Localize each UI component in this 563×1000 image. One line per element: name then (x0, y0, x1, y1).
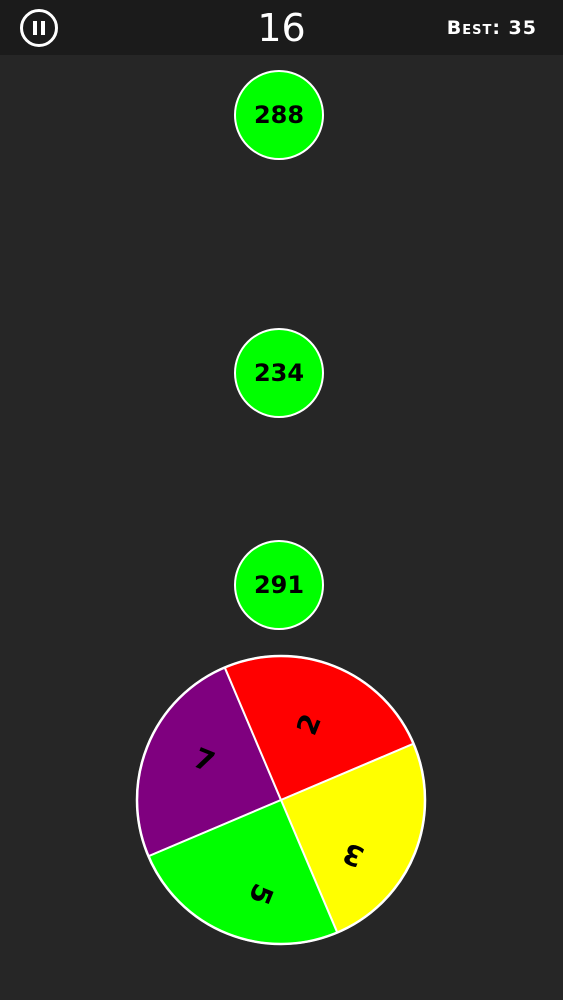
best-score: Best: 35 (446, 17, 537, 39)
falling-ball-1: 288 (234, 70, 324, 160)
falling-ball-3: 291 (234, 540, 324, 630)
ball-value: 288 (253, 101, 305, 129)
pause-icon (33, 21, 37, 35)
color-wheel[interactable]: 7 2 3 5 (135, 654, 427, 946)
game-screen: 16 Best: 35 288 234 291 7 2 3 5 (0, 0, 563, 1000)
top-bar: 16 Best: 35 (0, 0, 563, 55)
pause-button[interactable] (20, 9, 58, 47)
ball-value: 291 (253, 571, 305, 599)
falling-ball-2: 234 (234, 328, 324, 418)
ball-value: 234 (253, 359, 305, 387)
